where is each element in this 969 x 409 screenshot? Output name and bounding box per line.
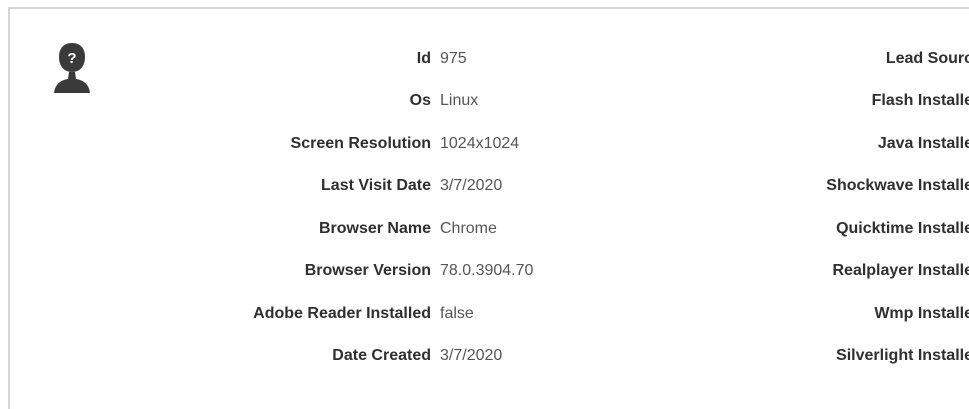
detail-label: Date Created: [332, 347, 431, 364]
detail-label: Id: [416, 50, 431, 67]
detail-label-realplayer-installed: Realplayer Installe: [832, 262, 969, 279]
detail-label: Os: [409, 92, 431, 109]
detail-value: 975: [440, 50, 467, 67]
detail-label-silverlight-installed: Silverlight Installe: [836, 347, 969, 364]
detail-value: 3/7/2020: [440, 177, 503, 194]
detail-value: 78.0.3904.70: [440, 262, 534, 279]
detail-label-shockwave-installed: Shockwave Installe: [826, 177, 969, 194]
detail-value: false: [440, 305, 474, 322]
detail-label: Browser Version: [304, 262, 431, 279]
detail-label-wmp-installed: Wmp Installe: [874, 305, 969, 322]
detail-label-lead-source: Lead Sourc: [885, 50, 969, 67]
detail-label: Browser Name: [318, 220, 431, 237]
detail-label: Screen Resolution: [290, 135, 431, 152]
detail-label: Last Visit Date: [321, 177, 431, 194]
detail-label-flash-installed: Flash Installe: [871, 92, 969, 109]
detail-label-java-installed: Java Installe: [877, 135, 969, 152]
detail-value: Chrome: [440, 220, 497, 237]
right-column-clip: Lead Sourc Flash Installe Java Installe …: [740, 0, 969, 409]
detail-value: Linux: [440, 92, 479, 109]
detail-label: Adobe Reader Installed: [253, 305, 431, 322]
detail-label-quicktime-installed: Quicktime Installe: [836, 220, 969, 237]
detail-value: 1024x1024: [440, 135, 520, 152]
detail-value: 3/7/2020: [440, 347, 503, 364]
